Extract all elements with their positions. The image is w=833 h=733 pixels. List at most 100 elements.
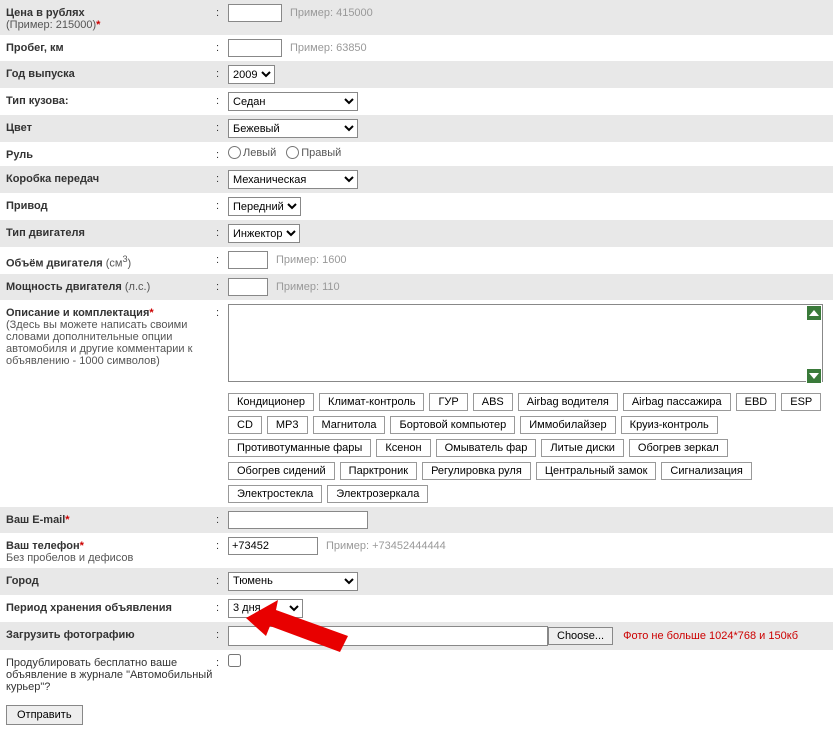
- steering-left-radio[interactable]: [228, 146, 241, 159]
- required-mark: *: [65, 514, 69, 526]
- option-tag-16[interactable]: Омыватель фар: [436, 439, 537, 457]
- option-tag-14[interactable]: Противотуманные фары: [228, 439, 371, 457]
- price-hint: Пример: 415000: [290, 7, 373, 19]
- required-mark: *: [149, 307, 153, 319]
- option-tag-21[interactable]: Регулировка руля: [422, 462, 531, 480]
- label-period: Период хранения объявления: [6, 602, 172, 614]
- option-tag-17[interactable]: Литые диски: [541, 439, 624, 457]
- engine-select[interactable]: Инжектор: [228, 224, 300, 243]
- row-power: Мощность двигателя (л.с.) : Пример: 110: [0, 274, 833, 300]
- power-input[interactable]: [228, 278, 268, 296]
- option-tag-13[interactable]: Круиз-контроль: [621, 416, 718, 434]
- row-city: Город : Тюмень: [0, 568, 833, 595]
- label-power-a: Мощность двигателя: [6, 281, 122, 293]
- label-year: Год выпуска: [6, 68, 75, 80]
- choose-button[interactable]: Choose...: [548, 627, 613, 645]
- volume-input[interactable]: [228, 251, 268, 269]
- option-tag-18[interactable]: Обогрев зеркал: [629, 439, 728, 457]
- row-submit: Отправить: [0, 697, 833, 733]
- submit-button[interactable]: Отправить: [6, 705, 83, 725]
- option-tag-2[interactable]: ГУР: [429, 393, 467, 411]
- color-select[interactable]: Бежевый: [228, 119, 358, 138]
- city-select[interactable]: Тюмень: [228, 572, 358, 591]
- option-tag-15[interactable]: Ксенон: [376, 439, 430, 457]
- label-body: Тип кузова:: [6, 95, 69, 107]
- option-tag-7[interactable]: ESP: [781, 393, 821, 411]
- option-tag-3[interactable]: ABS: [473, 393, 513, 411]
- option-tag-0[interactable]: Кондиционер: [228, 393, 314, 411]
- body-select[interactable]: Седан: [228, 92, 358, 111]
- scroll-down-icon[interactable]: [806, 368, 822, 384]
- label-color: Цвет: [6, 122, 32, 134]
- year-select[interactable]: 2009: [228, 65, 275, 84]
- label-volume-c: ): [128, 258, 132, 270]
- mileage-input[interactable]: [228, 39, 282, 57]
- row-price: Цена в рублях(Пример: 215000)* : Пример:…: [0, 0, 833, 35]
- power-hint: Пример: 110: [276, 281, 340, 293]
- option-tag-23[interactable]: Сигнализация: [661, 462, 751, 480]
- phone-input[interactable]: [228, 537, 318, 555]
- row-phone: Ваш телефон*Без пробелов и дефисов : При…: [0, 533, 833, 568]
- option-tag-25[interactable]: Электрозеркала: [327, 485, 428, 503]
- option-tag-4[interactable]: Airbag водителя: [518, 393, 618, 411]
- row-year: Год выпуска : 2009: [0, 61, 833, 88]
- option-tag-8[interactable]: CD: [228, 416, 262, 434]
- duplicate-checkbox[interactable]: [228, 654, 241, 667]
- tags-container: Кондиционер Климат-контроль ГУР ABS Airbag в…: [228, 393, 826, 503]
- label-price-sub: (Пример: 215000): [6, 19, 96, 31]
- steering-right-label: Правый: [301, 147, 341, 159]
- description-textarea[interactable]: [228, 304, 823, 382]
- gearbox-select[interactable]: Механическая: [228, 170, 358, 189]
- label-steering: Руль: [6, 149, 33, 161]
- volume-hint: Пример: 1600: [276, 254, 347, 266]
- row-drive: Привод : Передний: [0, 193, 833, 220]
- required-mark: *: [80, 540, 84, 552]
- row-photo: Загрузить фотографию : Choose... Фото не…: [0, 622, 833, 650]
- email-input[interactable]: [228, 511, 368, 529]
- option-tag-9[interactable]: MP3: [267, 416, 308, 434]
- label-desc-sub: (Здесь вы можете написать своими словами…: [6, 319, 192, 367]
- row-email: Ваш E-mail* :: [0, 507, 833, 533]
- row-body: Тип кузова: : Седан: [0, 88, 833, 115]
- option-tag-12[interactable]: Иммобилайзер: [520, 416, 615, 434]
- option-tag-5[interactable]: Airbag пассажира: [623, 393, 731, 411]
- label-volume-a: Объём двигателя: [6, 258, 103, 270]
- option-tag-19[interactable]: Обогрев сидений: [228, 462, 335, 480]
- option-tag-20[interactable]: Парктроник: [340, 462, 417, 480]
- mileage-hint: Пример: 63850: [290, 42, 367, 54]
- price-input[interactable]: [228, 4, 282, 22]
- label-email: Ваш E-mail: [6, 514, 65, 526]
- label-duplicate: Продублировать бесплатно ваше объявление…: [6, 657, 212, 693]
- row-period: Период хранения объявления : 3 дня: [0, 595, 833, 622]
- label-drive: Привод: [6, 200, 48, 212]
- row-duplicate: Продублировать бесплатно ваше объявление…: [0, 650, 833, 697]
- row-description: Описание и комплектация*(Здесь вы можете…: [0, 300, 833, 507]
- option-tag-10[interactable]: Магнитола: [313, 416, 386, 434]
- period-select[interactable]: 3 дня: [228, 599, 303, 618]
- option-tag-22[interactable]: Центральный замок: [536, 462, 657, 480]
- label-desc: Описание и комплектация: [6, 307, 149, 319]
- label-phone: Ваш телефон: [6, 540, 80, 552]
- steering-left-label: Левый: [243, 147, 276, 159]
- row-volume: Объём двигателя (см3) : Пример: 1600: [0, 247, 833, 274]
- label-engine: Тип двигателя: [6, 227, 85, 239]
- row-steering: Руль : Левый Правый: [0, 142, 833, 166]
- option-tag-24[interactable]: Электростекла: [228, 485, 322, 503]
- option-tag-1[interactable]: Климат-контроль: [319, 393, 424, 411]
- steering-right-radio[interactable]: [286, 146, 299, 159]
- drive-select[interactable]: Передний: [228, 197, 301, 216]
- option-tag-6[interactable]: EBD: [736, 393, 777, 411]
- required-mark: *: [96, 19, 100, 31]
- label-price: Цена в рублях: [6, 7, 85, 19]
- label-power-b: (л.с.): [122, 281, 150, 293]
- row-gearbox: Коробка передач : Механическая: [0, 166, 833, 193]
- option-tag-11[interactable]: Бортовой компьютер: [390, 416, 515, 434]
- photo-path-display: [228, 626, 548, 646]
- label-volume-b: (см: [103, 258, 123, 270]
- label-gearbox: Коробка передач: [6, 173, 99, 185]
- label-phone-sub: Без пробелов и дефисов: [6, 552, 133, 564]
- row-engine: Тип двигателя : Инжектор: [0, 220, 833, 247]
- photo-note: Фото не больше 1024*768 и 150кб: [623, 630, 798, 642]
- scroll-up-icon[interactable]: [806, 305, 822, 321]
- label-city: Город: [6, 575, 39, 587]
